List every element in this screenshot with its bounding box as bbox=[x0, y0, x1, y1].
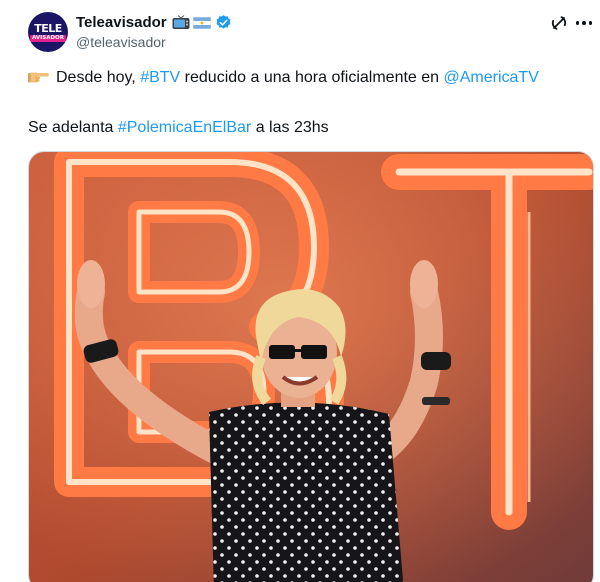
backhand-index-pointing-right-icon bbox=[28, 68, 50, 84]
grok-icon[interactable] bbox=[549, 13, 569, 33]
line1-text-middle: reducido a una hora oficialmente en bbox=[180, 69, 444, 86]
more-dot bbox=[582, 21, 586, 25]
hashtag-polemicaenelbar-link[interactable]: #PolemicaEnElBar bbox=[118, 119, 251, 136]
author-name-row: Teleavisador bbox=[76, 12, 232, 32]
avatar-text-tele: TELE bbox=[34, 21, 62, 35]
tweet-text-line-1: Desde hoy, #BTV reducido a una hora ofic… bbox=[28, 68, 539, 88]
argentina-flag-icon bbox=[192, 16, 211, 29]
more-dot bbox=[588, 21, 593, 25]
author-handle[interactable]: @teleavisador bbox=[76, 34, 166, 50]
tweet-media-photo[interactable] bbox=[28, 151, 594, 582]
author-display-name[interactable]: Teleavisador bbox=[76, 14, 167, 31]
tv-icon bbox=[172, 15, 190, 29]
line2-text-before: Se adelanta bbox=[28, 119, 118, 136]
mention-americatv-link[interactable]: @AmericaTV bbox=[444, 69, 539, 86]
hashtag-btv-link[interactable]: #BTV bbox=[140, 69, 180, 86]
tweet-card: TELE AVISADOR Teleavisador @teleavisador… bbox=[0, 0, 600, 582]
tweet-text-line-2: Se adelanta #PolemicaEnElBar a las 23hs bbox=[28, 118, 329, 138]
avatar-text-avisador: AVISADOR bbox=[30, 34, 66, 42]
more-dot bbox=[575, 21, 580, 25]
line1-text-before: Desde hoy, bbox=[56, 69, 141, 86]
line2-text-after: a las 23hs bbox=[251, 119, 329, 136]
avatar[interactable]: TELE AVISADOR bbox=[28, 12, 68, 52]
verified-badge-icon bbox=[215, 14, 232, 31]
more-horizontal-icon[interactable] bbox=[573, 12, 595, 34]
